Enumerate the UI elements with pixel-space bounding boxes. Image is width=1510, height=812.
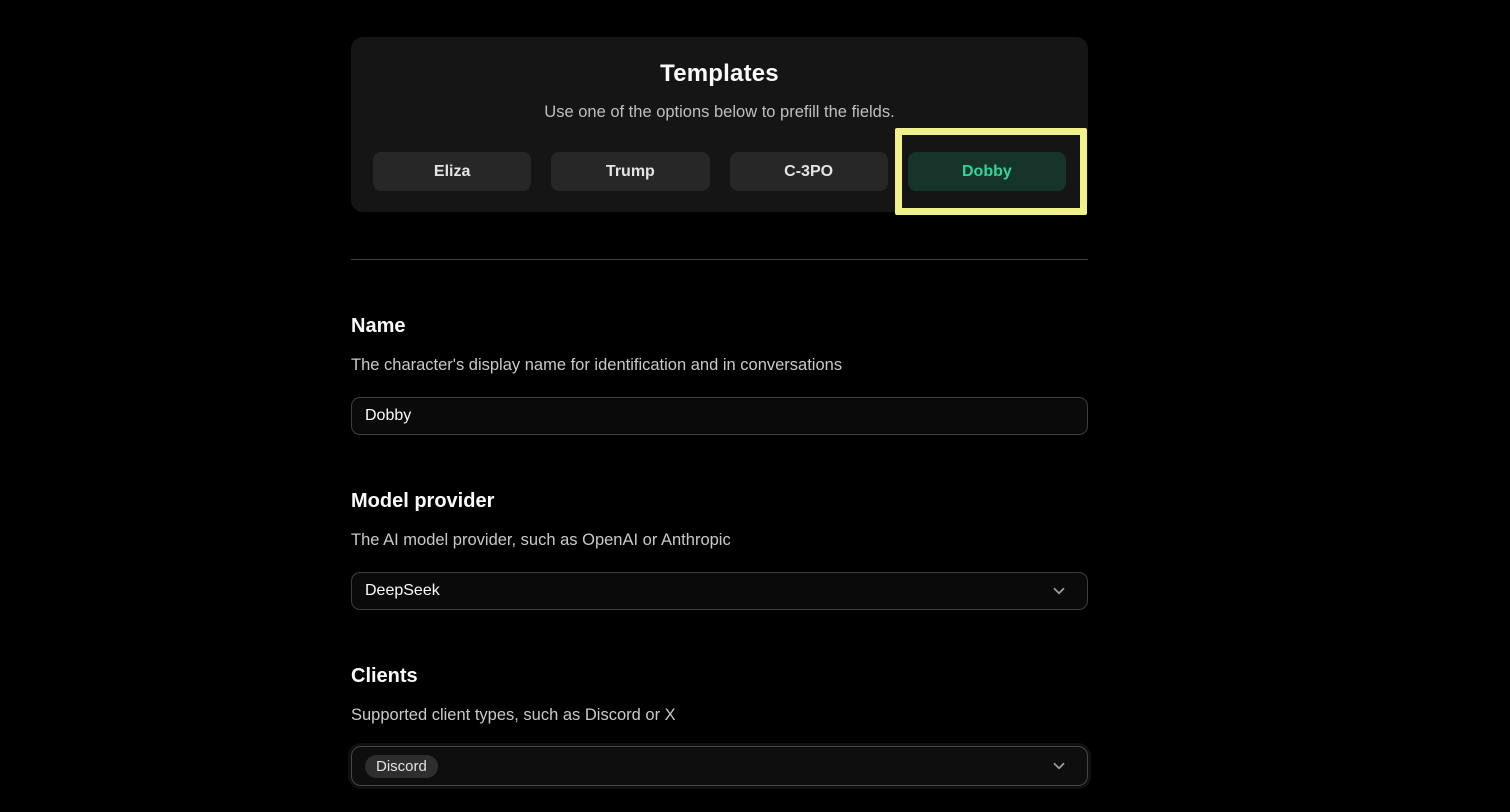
name-field-label: Name <box>351 313 1088 339</box>
template-button-dobby[interactable]: Dobby <box>908 152 1066 191</box>
templates-button-row: Eliza Trump C-3PO Dobby <box>373 152 1066 191</box>
template-button-c3po[interactable]: C-3PO <box>730 152 888 191</box>
section-divider <box>351 259 1088 260</box>
clients-label: Clients <box>351 663 1088 689</box>
model-provider-select[interactable]: DeepSeek <box>351 572 1088 610</box>
chevron-down-icon <box>1050 757 1068 775</box>
template-button-trump[interactable]: Trump <box>551 152 709 191</box>
templates-subtitle: Use one of the options below to prefill … <box>373 101 1066 123</box>
model-provider-label: Model provider <box>351 488 1088 514</box>
page: Templates Use one of the options below t… <box>0 0 1510 812</box>
chevron-down-icon <box>1050 582 1068 600</box>
clients-multiselect[interactable]: Discord <box>351 746 1088 786</box>
client-tag-discord[interactable]: Discord <box>365 755 438 778</box>
name-field-description: The character's display name for identif… <box>351 353 1088 377</box>
name-input[interactable] <box>351 397 1088 435</box>
model-provider-description: The AI model provider, such as OpenAI or… <box>351 528 1088 552</box>
templates-card: Templates Use one of the options below t… <box>351 37 1088 212</box>
clients-description: Supported client types, such as Discord … <box>351 703 1088 727</box>
templates-title: Templates <box>373 59 1066 89</box>
model-provider-selected-value: DeepSeek <box>365 582 440 600</box>
template-button-eliza[interactable]: Eliza <box>373 152 531 191</box>
